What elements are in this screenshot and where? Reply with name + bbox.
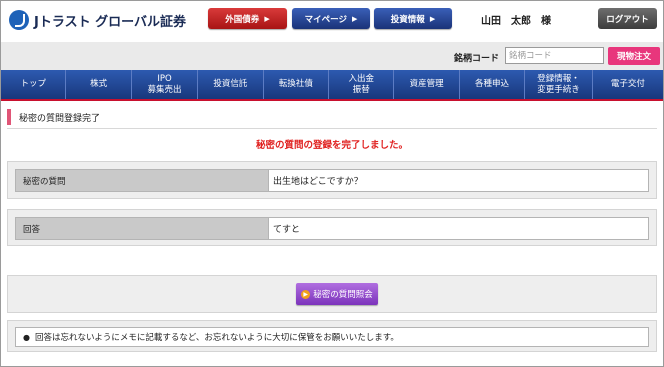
answer-panel: 回答 てすと [7,209,657,246]
logo-text: Jトラスト グローバル証券 [34,14,186,30]
nav-item-registration-info[interactable]: 登録情報・ 変更手続き [525,70,593,99]
nav-label: トップ [20,79,46,90]
foreign-bond-label: 外国債券 [225,14,260,25]
nav-label-sub: 募集売出 [147,84,182,95]
nav-item-applications[interactable]: 各種申込 [460,70,526,99]
note-panel: ● 回答は忘れないようにメモに記載するなど、お忘れないように大切に保管をお願いい… [7,320,657,352]
nav-item-deposit-transfer[interactable]: 入出金 振替 [329,70,395,99]
chevron-right-icon: ▶ [429,14,436,23]
nav-item-mutual-funds[interactable]: 投資信託 [198,70,264,99]
nav-item-top[interactable]: トップ [1,70,67,99]
nav-item-asset-management[interactable]: 資産管理 [394,70,460,99]
question-value: 出生地はどこですか？ [269,170,648,191]
search-bar: 銘柄コード 現物注文 [1,42,663,70]
nav-item-ipo[interactable]: IPO 募集売出 [132,70,199,99]
investment-info-label: 投資情報 [390,14,425,25]
answer-row: 回答 てすと [15,217,649,240]
chevron-right-icon: ▶ [264,14,270,23]
answer-value: てすと [269,218,648,239]
investment-info-button[interactable]: 投資情報 ▶ [374,8,452,29]
nav-item-convertible-bonds[interactable]: 転換社債 [264,70,330,99]
question-row: 秘密の質問 出生地はどこですか？ [15,169,649,192]
secret-question-inquiry-button[interactable]: ▶ 秘密の質問照会 [296,283,378,305]
mypage-button[interactable]: マイページ ▶ [292,8,370,29]
logo[interactable]: Jトラスト グローバル証券 [9,9,186,31]
nav-label: 株式 [90,79,108,90]
stock-code-input[interactable] [505,47,604,64]
nav-label: 投資信託 [213,79,248,90]
chevron-right-icon: ▶ [351,14,358,23]
nav-label: 入出金 [348,73,374,84]
nav-label-sub: 振替 [352,84,370,95]
completion-message: 秘密の質問の登録を完了しました。 [255,140,408,151]
j-logo-icon [9,10,29,30]
nav-label: 転換社債 [278,79,313,90]
nav-label: 資産管理 [409,79,444,90]
nav-label-sub: 変更手続き [537,84,580,95]
note-text: 回答は忘れないようにメモに記載するなど、お忘れないように大切に保管をお願いいたし… [34,333,399,343]
answer-label: 回答 [16,218,269,239]
note-box: ● 回答は忘れないようにメモに記載するなど、お忘れないように大切に保管をお願いい… [15,327,649,347]
nav-label: 各種申込 [475,79,510,90]
nav-label: 登録情報・ [537,73,580,84]
title-divider [7,128,657,129]
arrow-right-icon: ▶ [301,289,311,299]
page-title: 秘密の質問登録完了 [7,109,100,125]
nav-label: IPO [157,73,172,84]
spot-order-button[interactable]: 現物注文 [608,47,660,65]
logout-button[interactable]: ログアウト [598,8,657,29]
question-label: 秘密の質問 [16,170,269,191]
main-nav: トップ 株式 IPO 募集売出 投資信託 転換社債 入出金 振替 資産管理 各種申込… [1,70,663,101]
inquiry-button-label: 秘密の質問照会 [313,290,373,300]
mypage-label: マイページ [304,14,347,25]
nav-item-e-delivery[interactable]: 電子交付 [593,70,663,99]
nav-label: 電子交付 [610,79,645,90]
user-name: 山田 太郎 様 [481,16,551,27]
nav-item-stocks[interactable]: 株式 [66,70,132,99]
inquiry-panel: ▶ 秘密の質問照会 [7,275,657,313]
stock-code-label: 銘柄コード [454,54,500,64]
header: Jトラスト グローバル証券 外国債券 ▶ マイページ ▶ 投資情報 ▶ 山田 太… [1,1,663,41]
foreign-bond-button[interactable]: 外国債券 ▶ [208,8,287,29]
question-panel: 秘密の質問 出生地はどこですか？ [7,161,657,199]
bullet-icon: ● [23,332,30,342]
